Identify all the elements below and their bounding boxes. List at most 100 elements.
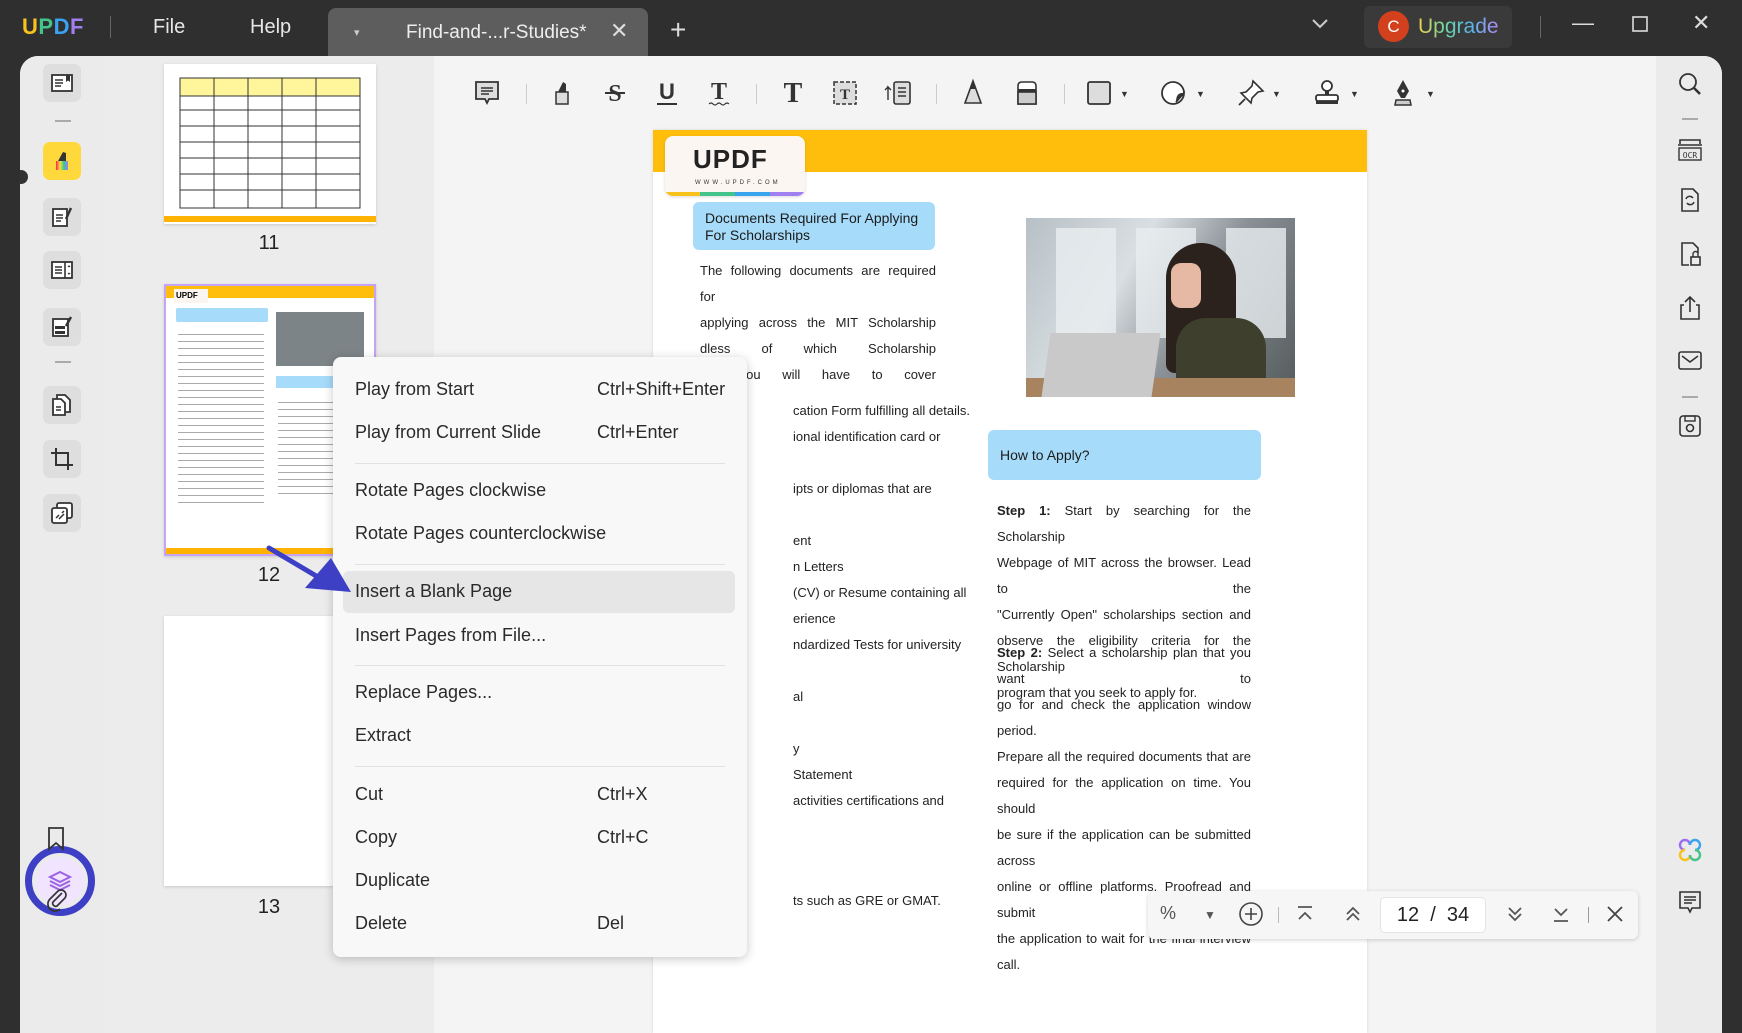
- upgrade-button[interactable]: C Upgrade: [1364, 6, 1512, 48]
- pin-dropdown-icon[interactable]: ▼: [1272, 89, 1281, 99]
- svg-text:T: T: [711, 79, 727, 105]
- comments-panel-button[interactable]: [1676, 888, 1704, 916]
- document-tab[interactable]: ▾ Find-and-...r-Studies* ✕: [328, 8, 648, 56]
- current-page: 12: [1396, 904, 1420, 926]
- menu-item-play-from-start[interactable]: Play from Start Ctrl+Shift+Enter: [343, 369, 735, 411]
- menu-item-label: Insert Pages from File...: [355, 625, 547, 645]
- previous-page-button[interactable]: [1342, 903, 1364, 930]
- menu-item-delete[interactable]: Delete Del: [343, 903, 735, 945]
- menu-item-label: Play from Current Slide: [355, 422, 542, 442]
- double-chevron-down-icon: [1508, 907, 1522, 922]
- page-layout-icon: [51, 261, 73, 279]
- save-icon: [1679, 415, 1701, 437]
- menu-item-play-from-current-slide[interactable]: Play from Current Slide Ctrl+Enter: [343, 412, 735, 454]
- maximize-icon[interactable]: [1632, 12, 1648, 38]
- menu-item-rotate-clockwise[interactable]: Rotate Pages clockwise: [343, 470, 735, 512]
- sticker-icon: [1161, 81, 1185, 105]
- comment-mode-button[interactable]: [43, 142, 81, 180]
- table-preview: [164, 77, 376, 222]
- page-number-input[interactable]: 12 / 34: [1380, 897, 1486, 933]
- ocr-button[interactable]: OCR: [1676, 136, 1704, 164]
- stamp-dropdown-icon[interactable]: ▼: [1350, 89, 1359, 99]
- menu-help[interactable]: Help: [250, 16, 291, 39]
- menu-divider: [355, 665, 725, 666]
- window-close-icon[interactable]: ✕: [1692, 10, 1710, 36]
- shape-dropdown-icon[interactable]: ▼: [1120, 89, 1129, 99]
- zoom-in-button[interactable]: [1238, 901, 1264, 932]
- menu-item-rotate-counterclockwise[interactable]: Rotate Pages counterclockwise: [343, 513, 735, 555]
- edit-document-icon: [52, 207, 73, 227]
- protect-button[interactable]: [1676, 240, 1704, 268]
- menu-item-shortcut: Del: [597, 913, 625, 933]
- close-navigation-button[interactable]: [1604, 903, 1626, 930]
- eraser-tool[interactable]: [1010, 76, 1044, 110]
- search-icon: [1679, 73, 1701, 95]
- save-button[interactable]: [1676, 412, 1704, 440]
- fill-sign-button[interactable]: [43, 308, 81, 346]
- last-page-button[interactable]: [1550, 903, 1572, 930]
- text-line: go for and check the application window …: [997, 697, 1251, 738]
- thumbnail-logo: UPDF: [174, 289, 208, 303]
- stamp-tool[interactable]: [1310, 76, 1344, 110]
- menu-item-extract[interactable]: Extract: [343, 715, 735, 757]
- menu-item-duplicate[interactable]: Duplicate: [343, 860, 735, 902]
- page-tools-button[interactable]: [43, 386, 81, 424]
- watermark-button[interactable]: [43, 494, 81, 532]
- sticker-dropdown-icon[interactable]: ▼: [1196, 89, 1205, 99]
- shape-tool[interactable]: [1082, 76, 1116, 110]
- zoom-dropdown-icon[interactable]: ▼: [1204, 908, 1216, 922]
- ai-assistant-button[interactable]: [1676, 836, 1704, 864]
- menu-item-replace-pages[interactable]: Replace Pages...: [343, 672, 735, 714]
- highlight-tool[interactable]: [546, 76, 580, 110]
- search-button[interactable]: [1676, 70, 1704, 98]
- tabs-menu-chevron-icon[interactable]: [1310, 14, 1330, 35]
- list-item: activities certifications and: [793, 793, 945, 808]
- menu-item-label: Extract: [355, 725, 412, 745]
- signature-tool[interactable]: [1386, 76, 1420, 110]
- menu-item-insert-pages-from-file[interactable]: Insert Pages from File...: [343, 615, 735, 657]
- book-icon: [51, 74, 73, 92]
- share-button[interactable]: [1676, 294, 1704, 322]
- divider: [110, 16, 111, 38]
- reader-mode-button[interactable]: [43, 64, 81, 102]
- signature-dropdown-icon[interactable]: ▼: [1426, 89, 1435, 99]
- user-avatar[interactable]: C: [1378, 11, 1409, 42]
- text-tool[interactable]: T: [776, 76, 810, 110]
- first-page-icon: [1298, 906, 1312, 920]
- thumbnail-page-11[interactable]: [164, 64, 376, 224]
- email-button[interactable]: [1676, 346, 1704, 374]
- tab-close-icon[interactable]: ✕: [610, 18, 628, 44]
- divider: [1540, 16, 1541, 38]
- comment-tool[interactable]: [470, 76, 504, 110]
- active-indicator: [20, 170, 28, 184]
- sticker-tool[interactable]: [1156, 76, 1190, 110]
- textbox-tool[interactable]: T: [828, 76, 862, 110]
- pages-icon: [52, 394, 71, 416]
- underline-tool[interactable]: U: [650, 76, 684, 110]
- next-page-button[interactable]: [1504, 903, 1526, 930]
- organize-pages-button[interactable]: [43, 251, 81, 289]
- bookmark-button[interactable]: [46, 826, 66, 857]
- attachment-button[interactable]: [44, 886, 70, 917]
- minimize-icon[interactable]: —: [1572, 10, 1594, 36]
- menu-item-copy[interactable]: Copy Ctrl+C: [343, 817, 735, 859]
- menu-item-label: Play from Start: [355, 379, 475, 399]
- first-page-button[interactable]: [1294, 903, 1316, 930]
- menu-item-insert-blank-page[interactable]: Insert a Blank Page: [343, 571, 735, 613]
- strikethrough-tool[interactable]: S: [598, 76, 632, 110]
- menu-item-shortcut: Ctrl+Shift+Enter: [597, 379, 726, 399]
- menu-item-cut[interactable]: Cut Ctrl+X: [343, 774, 735, 816]
- tab-dropdown-icon[interactable]: ▾: [354, 26, 360, 39]
- zoom-level[interactable]: %: [1160, 903, 1176, 924]
- pencil-tool[interactable]: [956, 76, 990, 110]
- bookmark-icon: [48, 827, 64, 851]
- crop-button[interactable]: [43, 440, 81, 478]
- menu-item-label: Insert a Blank Page: [355, 581, 513, 601]
- squiggly-tool[interactable]: T: [702, 76, 736, 110]
- new-tab-icon[interactable]: +: [670, 14, 686, 46]
- menu-file[interactable]: File: [153, 16, 185, 39]
- edit-pdf-button[interactable]: [43, 198, 81, 236]
- pin-tool[interactable]: [1234, 76, 1268, 110]
- text-callout-tool[interactable]: [882, 76, 916, 110]
- convert-button[interactable]: [1676, 186, 1704, 214]
